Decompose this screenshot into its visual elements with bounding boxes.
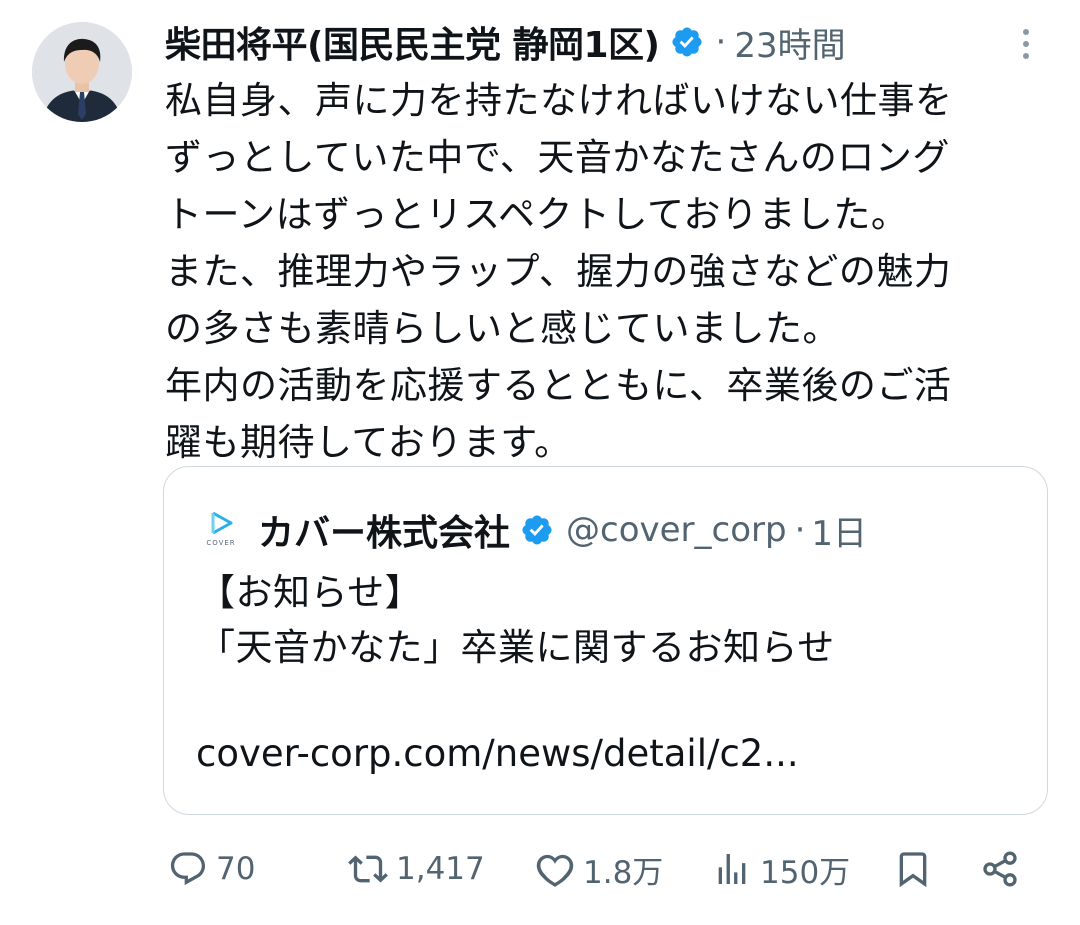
repost-count: 1,417 <box>396 851 485 887</box>
tweet-header: 柴田将平(国民民主党 静岡1区) · 23時間 <box>165 14 1045 70</box>
like-count: 1.8万 <box>583 854 664 891</box>
views-count: 150万 <box>760 854 851 891</box>
text-line: ずっとしていた中で、天音かなたさんのロング <box>165 136 950 179</box>
reply-count: 70 <box>216 851 256 887</box>
tweet[interactable]: 柴田将平(国民民主党 静岡1区) · 23時間 私自身、声に力を持たなければいけ… <box>0 0 1080 925</box>
share-button[interactable] <box>980 838 1020 900</box>
verified-badge-icon <box>671 27 702 57</box>
repost-icon <box>348 855 388 883</box>
more-icon[interactable] <box>1010 26 1042 62</box>
avatar-image <box>32 22 132 122</box>
reply-button[interactable]: 70 <box>168 838 255 900</box>
repost-button[interactable]: 1,417 <box>348 838 485 900</box>
bookmark-icon <box>899 852 927 888</box>
text-line: 私自身、声に力を持たなければいけない仕事を <box>165 79 953 122</box>
text-line: トーンはずっとリスペクトしておりました。 <box>165 193 909 236</box>
tweet-text: 私自身、声に力を持たなければいけない仕事を ずっとしていた中で、天音かなたさんのロ… <box>165 72 1055 471</box>
tweet-time[interactable]: 23時間 <box>734 18 845 67</box>
quoted-tweet[interactable]: COVER カバー株式会社 @cover_corp · 1日 【お知らせ】「天音… <box>163 466 1048 815</box>
like-button[interactable]: 1.8万 <box>535 838 663 900</box>
like-icon <box>536 854 574 887</box>
text-line: 躍も期待しております。 <box>165 421 572 464</box>
share-icon <box>983 851 1017 887</box>
quote-link[interactable]: cover-corp.com/news/detail/c2... <box>196 732 799 775</box>
avatar[interactable] <box>32 22 132 122</box>
verified-badge-icon <box>522 515 552 545</box>
quote-time: 1日 <box>811 513 868 554</box>
views-button[interactable]: 150万 <box>712 838 850 900</box>
cover-logo-icon: COVER <box>204 509 238 551</box>
quote-header: COVER カバー株式会社 @cover_corp · 1日 <box>204 505 1024 555</box>
views-icon <box>718 854 746 884</box>
separator: · <box>715 22 727 62</box>
quote-handle: @cover_corp <box>566 510 787 550</box>
quote-author-name: カバー株式会社 <box>258 513 511 554</box>
text-line: 年内の活動を応援するとともに、卒業後のご活 <box>165 364 952 407</box>
cover-logo-text: COVER <box>206 539 236 547</box>
quote-text: 【お知らせ】「天音かなた」卒業に関するお知らせ <box>198 565 1018 675</box>
text-line: の多さも素晴らしいと感じていました。 <box>165 307 840 350</box>
text-line: 【お知らせ】 <box>198 571 423 614</box>
text-line: また、推理力やラップ、握力の強さなどの魅力 <box>165 250 952 293</box>
reply-icon <box>170 852 206 886</box>
action-bar: 70 1,417 1.8万 150万 <box>0 838 1080 900</box>
bookmark-button[interactable] <box>893 838 933 900</box>
text-line: 「天音かなた」卒業に関するお知らせ <box>198 626 835 669</box>
author-name[interactable]: 柴田将平(国民民主党 静岡1区) <box>165 16 660 68</box>
separator: · <box>794 510 806 550</box>
